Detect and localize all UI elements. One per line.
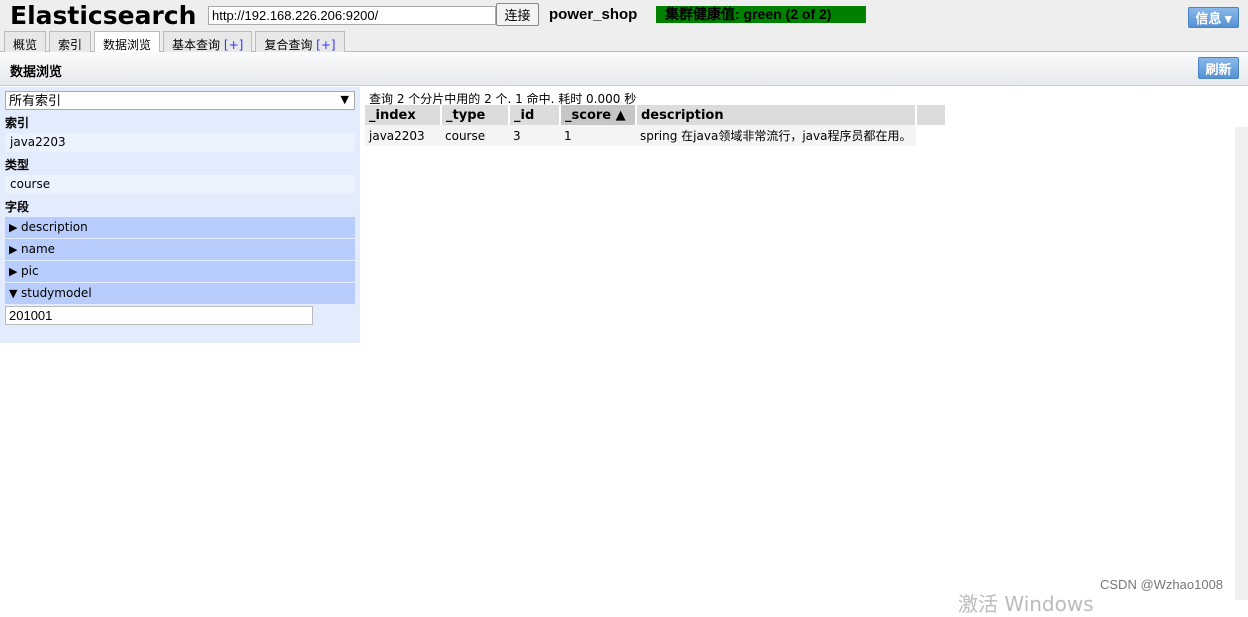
index-heading: 索引: [5, 116, 30, 130]
url-input[interactable]: [208, 6, 496, 25]
refresh-button[interactable]: 刷新: [1198, 57, 1239, 79]
connect-button[interactable]: 连接: [496, 3, 539, 26]
tab-compound-query[interactable]: 复合查询 [+]: [255, 31, 345, 52]
logo: Elasticsearch: [10, 1, 197, 30]
cell-id: 3: [509, 125, 560, 146]
field-description[interactable]: ▶ description: [5, 217, 355, 238]
field-label: pic: [21, 264, 39, 278]
column-header-id[interactable]: _id: [509, 105, 561, 125]
info-dropdown-button[interactable]: 信息 ▾: [1188, 7, 1239, 28]
caret-right-icon: ▶: [9, 265, 18, 278]
field-studymodel[interactable]: ▼ studymodel: [5, 283, 355, 304]
studymodel-filter-input[interactable]: [5, 306, 313, 325]
fields-heading: 字段: [5, 200, 30, 214]
column-header-extra: [916, 105, 947, 125]
field-pic[interactable]: ▶ pic: [5, 261, 355, 282]
tab-overview[interactable]: 概览: [4, 31, 47, 52]
query-summary: 查询 2 个分片中用的 2 个. 1 命中. 耗时 0.000 秒: [369, 92, 637, 106]
type-item[interactable]: course: [5, 175, 355, 194]
cell-type: course: [441, 125, 509, 146]
os-activation-watermark: 激活 Windows: [958, 592, 1094, 616]
tab-label: 复合查询: [264, 38, 313, 52]
header: Elasticsearch 连接 power_shop 集群健康值: green…: [0, 0, 1248, 53]
cluster-name: power_shop: [549, 6, 638, 23]
cell-score: 1: [560, 125, 636, 146]
page-title: 数据浏览: [10, 65, 63, 80]
cell-description: spring 在java领域非常流行，java程序员都在用。: [636, 125, 916, 146]
caret-right-icon: ▶: [9, 243, 18, 256]
vertical-scrollbar[interactable]: [1235, 127, 1248, 600]
type-heading: 类型: [5, 158, 30, 172]
tab-label: 索引: [58, 38, 83, 52]
results-panel: 查询 2 个分片中用的 2 个. 1 命中. 耗时 0.000 秒 _index…: [365, 87, 947, 146]
results-table: _index _type _id _score ▲ description ja…: [365, 105, 947, 146]
add-tab-icon[interactable]: [+]: [224, 38, 243, 52]
column-header-type[interactable]: _type: [441, 105, 510, 125]
sidebar: 所有索引 ▼ 索引 java2203 类型 course 字段 ▶ descript…: [0, 87, 360, 343]
watermark: CSDN @Wzhao1008: [1100, 577, 1224, 592]
field-name[interactable]: ▶ name: [5, 239, 355, 260]
table-row[interactable]: java2203 course 3 1 spring 在java领域非常流行，j…: [365, 125, 946, 146]
caret-down-icon: ▼: [9, 287, 18, 300]
tab-label: 基本查询: [172, 38, 221, 52]
subheader: 数据浏览 刷新: [0, 52, 1248, 86]
caret-right-icon: ▶: [9, 221, 18, 234]
field-label: studymodel: [21, 286, 92, 300]
field-label: description: [21, 220, 88, 234]
column-header-score[interactable]: _score ▲: [560, 105, 637, 125]
index-select[interactable]: 所有索引: [5, 91, 355, 110]
add-tab-icon[interactable]: [+]: [316, 38, 335, 52]
index-item[interactable]: java2203: [5, 133, 355, 152]
cluster-health-badge: 集群健康值: green (2 of 2): [656, 6, 866, 23]
tab-label: 概览: [13, 38, 38, 52]
tab-browser[interactable]: 数据浏览: [94, 31, 161, 53]
tab-indices[interactable]: 索引: [49, 31, 92, 52]
tab-label: 数据浏览: [103, 38, 152, 52]
tab-basic-query[interactable]: 基本查询 [+]: [163, 31, 253, 52]
cell-index: java2203: [365, 125, 441, 146]
field-label: name: [21, 242, 56, 256]
column-header-index[interactable]: _index: [365, 105, 442, 125]
column-header-description[interactable]: description: [636, 105, 917, 125]
